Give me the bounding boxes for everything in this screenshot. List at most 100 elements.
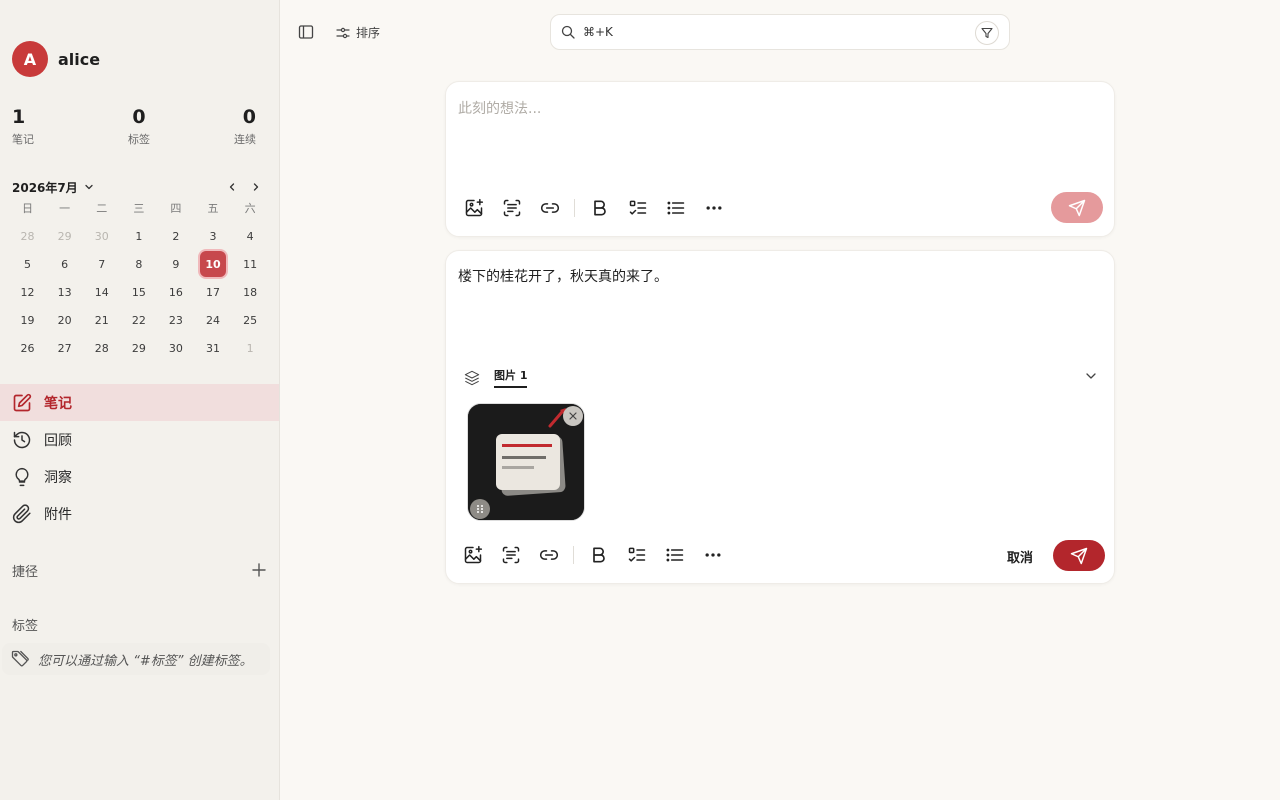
bold-button[interactable] bbox=[588, 196, 612, 220]
insert-link-button[interactable] bbox=[537, 543, 561, 567]
weekday-label: 日 bbox=[22, 202, 34, 215]
image-add-icon bbox=[464, 545, 483, 564]
today-marker: 10 bbox=[200, 251, 227, 277]
insert-link-button[interactable] bbox=[538, 196, 562, 220]
send-button-disabled[interactable] bbox=[1051, 192, 1103, 223]
edit-icon bbox=[13, 393, 32, 411]
search-bar bbox=[550, 14, 1010, 50]
calendar-day[interactable]: 25 bbox=[232, 306, 269, 334]
calendar-day[interactable]: 13 bbox=[46, 278, 83, 306]
calendar-day[interactable]: 17 bbox=[194, 278, 231, 306]
drag-handle[interactable] bbox=[470, 499, 490, 519]
search-input[interactable] bbox=[583, 25, 943, 39]
search-icon bbox=[561, 25, 575, 39]
calendar-day[interactable]: 29 bbox=[120, 334, 157, 362]
toggle-sidebar-button[interactable] bbox=[298, 24, 314, 40]
sidebar-item-insights[interactable]: 洞察 bbox=[0, 458, 279, 495]
filter-button[interactable] bbox=[975, 21, 999, 45]
calendar-day[interactable]: 18 bbox=[232, 278, 269, 306]
calendar-day[interactable]: 27 bbox=[46, 334, 83, 362]
more-options-button[interactable] bbox=[702, 196, 726, 220]
save-button[interactable] bbox=[1053, 540, 1105, 571]
remove-attachment-button[interactable] bbox=[563, 406, 583, 426]
chevron-right-icon bbox=[253, 183, 259, 191]
insert-image-button[interactable] bbox=[461, 543, 485, 567]
calendar-day[interactable]: 12 bbox=[9, 278, 46, 306]
calendar-day[interactable]: 1 bbox=[120, 222, 157, 250]
avatar[interactable]: A bbox=[12, 41, 48, 77]
calendar-day[interactable]: 1 bbox=[232, 334, 269, 362]
bold-button[interactable] bbox=[587, 543, 611, 567]
calendar-day[interactable]: 31 bbox=[194, 334, 231, 362]
calendar-day[interactable]: 30 bbox=[83, 222, 120, 250]
calendar-day-today[interactable]: 10 bbox=[194, 250, 231, 278]
insert-image-button[interactable] bbox=[462, 196, 486, 220]
cancel-button[interactable]: 取消 bbox=[1007, 547, 1033, 566]
weekday-label: 三 bbox=[133, 202, 145, 215]
calendar-next-button[interactable] bbox=[248, 179, 264, 195]
plus-icon[interactable] bbox=[250, 561, 268, 579]
attachment-tab-images[interactable]: 图片 1 bbox=[494, 367, 528, 388]
tag-icon bbox=[11, 650, 29, 667]
more-horizontal-icon bbox=[705, 553, 721, 557]
editor-toolbar bbox=[461, 543, 739, 567]
calendar-day[interactable]: 6 bbox=[46, 250, 83, 278]
more-options-button[interactable] bbox=[701, 543, 725, 567]
calendar-day[interactable]: 15 bbox=[120, 278, 157, 306]
calendar-day[interactable]: 22 bbox=[120, 306, 157, 334]
scan-text-button[interactable] bbox=[500, 196, 524, 220]
calendar-day[interactable]: 23 bbox=[157, 306, 194, 334]
scan-text-icon bbox=[503, 199, 521, 217]
chevron-down-icon[interactable] bbox=[1084, 369, 1098, 383]
username: alice bbox=[58, 49, 101, 69]
calendar-day[interactable]: 29 bbox=[46, 222, 83, 250]
checklist-button[interactable] bbox=[625, 543, 649, 567]
calendar-week: 19 20 21 22 23 24 25 bbox=[9, 306, 269, 334]
sidebar-nav: 笔记 回顾 洞察 附件 bbox=[0, 384, 279, 532]
calendar-day[interactable]: 7 bbox=[83, 250, 120, 278]
sidebar-item-notes[interactable]: 笔记 bbox=[0, 384, 279, 421]
user-profile[interactable]: A alice bbox=[12, 41, 100, 77]
calendar-day[interactable]: 4 bbox=[232, 222, 269, 250]
calendar-day[interactable]: 9 bbox=[157, 250, 194, 278]
calendar-day[interactable]: 19 bbox=[9, 306, 46, 334]
sidebar-item-attachments[interactable]: 附件 bbox=[0, 495, 279, 532]
sort-label: 排序 bbox=[356, 26, 381, 40]
calendar-day[interactable]: 2 bbox=[157, 222, 194, 250]
scan-text-button[interactable] bbox=[499, 543, 523, 567]
calendar-day[interactable]: 20 bbox=[46, 306, 83, 334]
calendar-day[interactable]: 28 bbox=[83, 334, 120, 362]
calendar-day[interactable]: 8 bbox=[120, 250, 157, 278]
calendar-day[interactable]: 5 bbox=[9, 250, 46, 278]
weekday-label: 二 bbox=[96, 202, 108, 215]
image-add-icon bbox=[465, 198, 484, 217]
tag-hint: 您可以通过输入 “#标签” 创建标签。 bbox=[2, 643, 270, 675]
calendar-day[interactable]: 14 bbox=[83, 278, 120, 306]
note-editor-card: 楼下的桂花开了，秋天真的来了。 图片 1 取消 bbox=[445, 250, 1115, 584]
calendar-day[interactable]: 30 bbox=[157, 334, 194, 362]
calendar-day[interactable]: 16 bbox=[157, 278, 194, 306]
sort-button[interactable]: 排序 bbox=[336, 24, 380, 41]
layers-icon bbox=[464, 370, 480, 385]
calendar-day[interactable]: 21 bbox=[83, 306, 120, 334]
bullet-list-button[interactable] bbox=[664, 196, 688, 220]
calendar-day[interactable]: 3 bbox=[194, 222, 231, 250]
bullet-list-button[interactable] bbox=[663, 543, 687, 567]
calendar-day[interactable]: 11 bbox=[232, 250, 269, 278]
tags-title: 标签 bbox=[12, 619, 39, 634]
chevron-down-icon[interactable] bbox=[84, 182, 94, 192]
close-icon bbox=[569, 412, 577, 420]
weekday-label: 五 bbox=[207, 202, 219, 215]
calendar-week: 26 27 28 29 30 31 1 bbox=[9, 334, 269, 362]
more-horizontal-icon bbox=[706, 206, 722, 210]
calendar-month[interactable]: 2026年7月 bbox=[12, 179, 78, 196]
calendar-day[interactable]: 26 bbox=[9, 334, 46, 362]
calendar-day[interactable]: 28 bbox=[9, 222, 46, 250]
sidebar-item-review[interactable]: 回顾 bbox=[0, 421, 279, 458]
calendar-day[interactable]: 24 bbox=[194, 306, 231, 334]
composer-input[interactable]: 此刻的想法... bbox=[458, 98, 541, 118]
calendar-prev-button[interactable] bbox=[224, 179, 240, 195]
checklist-button[interactable] bbox=[626, 196, 650, 220]
note-editor-text[interactable]: 楼下的桂花开了，秋天真的来了。 bbox=[458, 266, 668, 286]
sliders-icon bbox=[336, 27, 350, 38]
